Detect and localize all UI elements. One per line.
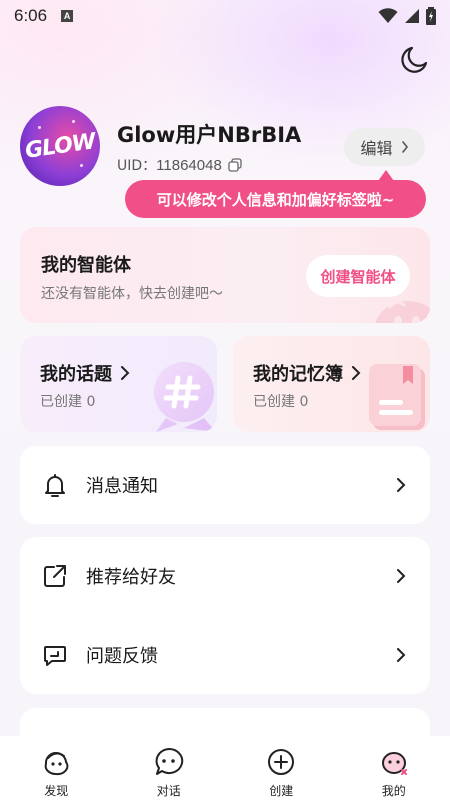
menu-item-notifications[interactable]: 消息通知 <box>20 457 430 513</box>
notifications-label: 消息通知 <box>86 476 158 497</box>
hashtag-icon <box>154 362 216 432</box>
avatar-sparkle <box>38 126 41 129</box>
edit-profile-button[interactable]: 编辑 <box>344 128 425 166</box>
tab-chat[interactable]: 对话 <box>113 736 226 800</box>
signal-icon <box>405 9 419 23</box>
memo-count: 已创建 0 <box>253 394 309 410</box>
chevron-right-icon <box>352 366 361 380</box>
avatar-sparkle <box>80 164 83 167</box>
status-icons <box>378 7 436 25</box>
mine-icon <box>381 752 407 775</box>
chevron-right-icon <box>401 141 408 153</box>
create-agent-button[interactable]: 创建智能体 <box>306 255 410 297</box>
uid-row: UID：11864048 <box>117 155 242 175</box>
my-agents-card[interactable]: 我的智能体 还没有智能体，快去创建吧〜 创建智能体 <box>20 227 430 323</box>
avatar-sparkle <box>72 120 75 123</box>
memo-title: 我的记忆簿 <box>253 364 343 385</box>
feedback-icon <box>42 642 68 668</box>
menu-item-feedback[interactable]: 问题反馈 <box>20 627 430 683</box>
uid-label: UID： <box>117 158 157 174</box>
tab-create[interactable]: 创建 <box>225 736 338 800</box>
notifications-card: 消息通知 <box>20 446 430 524</box>
topics-title-row: 我的话题 <box>40 360 130 386</box>
topics-count: 已创建 0 <box>40 394 96 410</box>
wifi-icon <box>378 8 398 23</box>
tab-label: 对话 <box>156 784 181 798</box>
chevron-right-icon <box>397 648 406 662</box>
edit-label: 编辑 <box>360 139 393 158</box>
recommend-label: 推荐给好友 <box>86 567 176 588</box>
tab-discover[interactable]: 发现 <box>0 736 113 800</box>
menu-item-recommend[interactable]: 推荐给好友 <box>20 548 430 604</box>
my-topics-card[interactable]: 我的话题 已创建 0 <box>20 336 217 432</box>
feedback-label: 问题反馈 <box>86 646 158 667</box>
chevron-right-icon <box>121 366 130 380</box>
chevron-right-icon <box>397 569 406 583</box>
share-feedback-card: 推荐给好友 问题反馈 <box>20 537 430 694</box>
battery-icon <box>426 7 436 25</box>
status-time: 6:06 <box>14 6 48 25</box>
moon-icon[interactable] <box>398 42 432 76</box>
tab-mine[interactable]: 我的 <box>338 736 450 800</box>
topics-title: 我的话题 <box>40 364 112 385</box>
username: Glow用户NBrBIA <box>117 123 302 147</box>
bottom-tab-bar: 发现 对话 创建 我的 <box>0 736 450 800</box>
edit-tooltip[interactable]: 可以修改个人信息和加偏好标签啦~ <box>125 180 426 218</box>
share-icon <box>42 563 68 589</box>
chat-icon <box>155 747 183 775</box>
agent-card-subtitle: 还没有智能体，快去创建吧〜 <box>41 286 223 302</box>
tab-label: 创建 <box>269 784 294 798</box>
my-memory-book-card[interactable]: 我的记忆簿 已创建 0 <box>233 336 430 432</box>
uid-value: 11864048 <box>156 157 222 174</box>
copy-icon[interactable] <box>228 158 242 172</box>
agent-card-title: 我的智能体 <box>41 255 131 276</box>
status-bar: 6:06 A <box>0 0 450 32</box>
plus-icon <box>268 749 295 775</box>
memory-book-icon <box>369 364 425 430</box>
bell-icon <box>42 472 68 498</box>
tab-label: 发现 <box>44 784 69 798</box>
notification-badge: A <box>61 10 74 22</box>
avatar[interactable]: GLOW <box>20 106 100 186</box>
avatar-logo-text: GLOW <box>23 128 97 164</box>
chevron-right-icon <box>397 478 406 492</box>
memo-title-row: 我的记忆簿 <box>253 360 361 386</box>
discover-icon <box>44 752 69 776</box>
tab-label: 我的 <box>381 784 406 798</box>
